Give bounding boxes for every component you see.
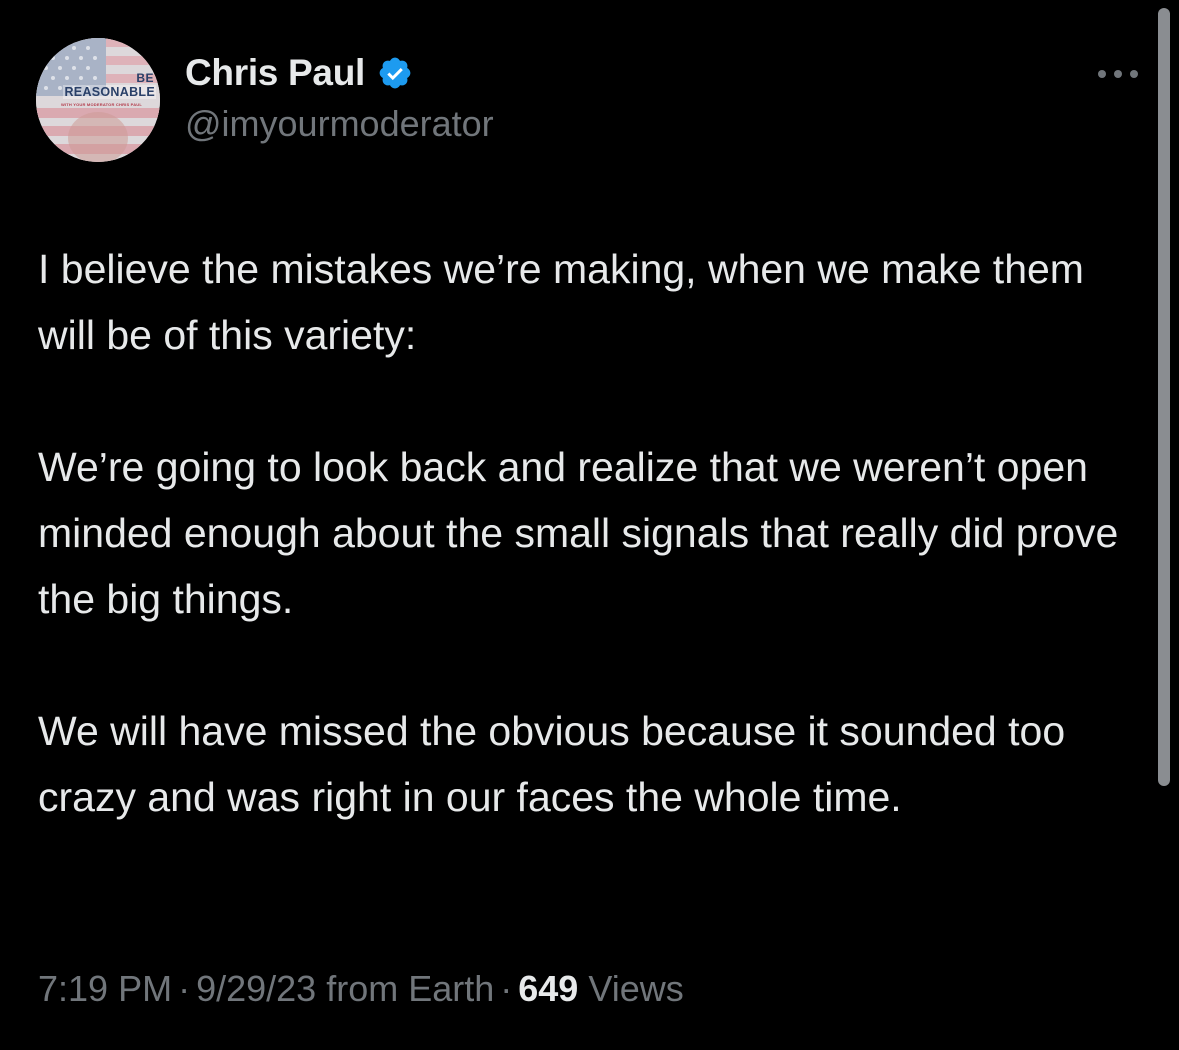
- tweet-time[interactable]: 7:19 PM: [38, 968, 172, 1009]
- views-label: Views: [588, 968, 684, 1009]
- meta-separator: ·: [178, 968, 191, 1009]
- tweet-detail: BE REASONABLE WITH YOUR MODERATOR CHRIS …: [0, 0, 1179, 1050]
- avatar-text-be: BE: [136, 71, 154, 85]
- author-name-row: Chris Paul: [185, 52, 413, 94]
- avatar-text-subtitle: WITH YOUR MODERATOR CHRIS PAUL: [61, 102, 143, 107]
- meta-separator: ·: [500, 968, 513, 1009]
- tweet-paragraph-3: We will have missed the obvious because …: [38, 708, 1066, 820]
- verified-badge-icon[interactable]: [377, 55, 413, 91]
- more-options-button[interactable]: [1094, 62, 1142, 86]
- display-name[interactable]: Chris Paul: [185, 52, 365, 94]
- tweet-paragraph-1: I believe the mistakes we’re making, whe…: [38, 246, 1084, 358]
- avatar-text-reasonable: REASONABLE: [63, 85, 156, 99]
- more-options-icon: [1098, 70, 1138, 78]
- avatar-logo-text: BE REASONABLE WITH YOUR MODERATOR CHRIS …: [36, 38, 160, 162]
- tweet-meta: 7:19 PM · 9/29/23 from Earth · 649 Views: [38, 968, 684, 1010]
- tweet-date[interactable]: 9/29/23: [196, 968, 316, 1009]
- views-count[interactable]: 649: [518, 968, 578, 1009]
- tweet-paragraph-2: We’re going to look back and realize tha…: [38, 444, 1119, 622]
- author-handle[interactable]: @imyourmoderator: [185, 103, 494, 145]
- tweet-source: from Earth: [326, 968, 495, 1009]
- tweet-text: I believe the mistakes we’re making, whe…: [38, 236, 1148, 830]
- scrollbar[interactable]: [1158, 8, 1170, 786]
- avatar[interactable]: BE REASONABLE WITH YOUR MODERATOR CHRIS …: [36, 38, 160, 162]
